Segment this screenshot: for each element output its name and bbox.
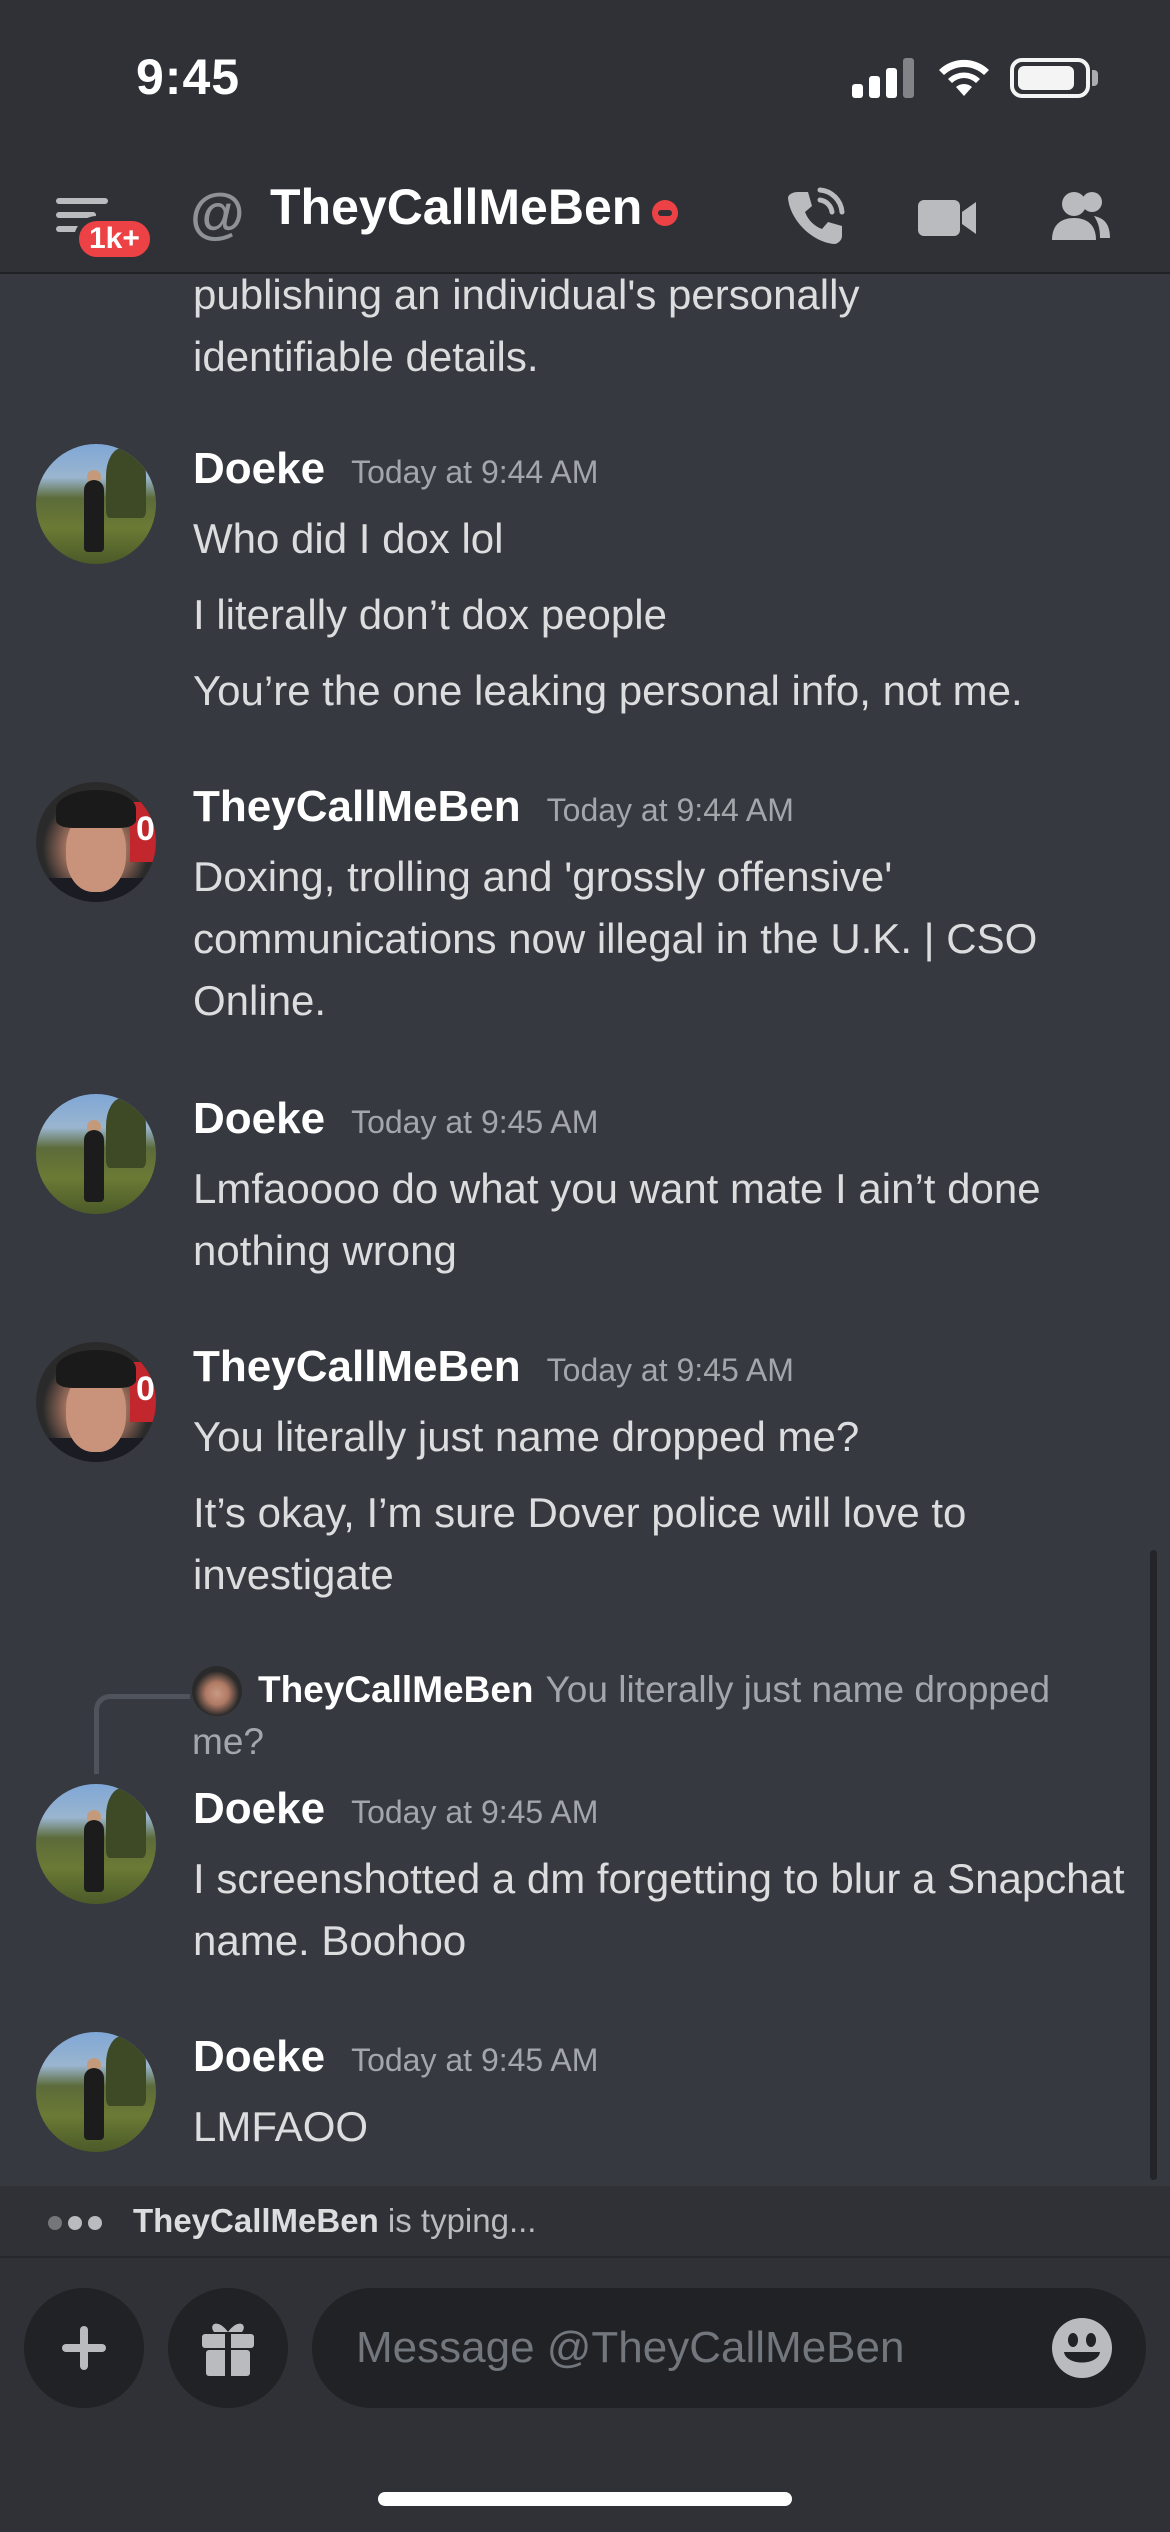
reply-author: TheyCallMeBen — [258, 1669, 534, 1710]
emoji-icon[interactable] — [1050, 2316, 1114, 2380]
add-attachment-button[interactable] — [24, 2288, 144, 2408]
message-line: Who did I dox lol — [193, 515, 504, 562]
avatar[interactable]: 0 — [36, 1342, 156, 1462]
avatar[interactable] — [36, 1094, 156, 1214]
message-line: publishing an individual's personally — [193, 274, 860, 318]
typing-suffix: is typing... — [378, 2202, 537, 2239]
partial-message-text: publishing an individual's personally id… — [193, 274, 1133, 402]
typing-text: TheyCallMeBen is typing... — [133, 2202, 536, 2240]
message-composer: Message @TheyCallMeBen — [0, 2256, 1170, 2532]
at-icon: @ — [190, 181, 245, 244]
author-name[interactable]: TheyCallMeBen — [193, 1342, 521, 1391]
reply-preview[interactable]: TheyCallMeBen You literally just name dro… — [192, 1664, 1112, 1768]
message-line: You’re the one leaking personal info, no… — [193, 667, 1023, 714]
video-camera-icon[interactable] — [912, 182, 982, 252]
author-name[interactable]: Doeke — [193, 444, 325, 493]
scrollbar[interactable] — [1150, 1550, 1157, 2180]
unread-badge: 1k+ — [74, 216, 155, 262]
avatar[interactable] — [36, 1784, 156, 1904]
battery-icon — [1010, 58, 1090, 98]
channel-header: 1k+ @ TheyCallMeBen — [0, 160, 1170, 274]
avatar[interactable] — [36, 2032, 156, 2152]
message-author[interactable]: Doeke Today at 9:45 AM — [193, 2032, 598, 2082]
message-line: Lmfaoooo do what you want mate I ain’t d… — [193, 1165, 1041, 1274]
reply-connector — [94, 1694, 190, 1774]
message-timestamp: Today at 9:45 AM — [351, 1104, 599, 1140]
channel-title[interactable]: TheyCallMeBen — [270, 178, 642, 236]
message-input[interactable]: Message @TheyCallMeBen — [312, 2288, 1146, 2408]
typing-dots-icon — [48, 2216, 108, 2235]
message-author[interactable]: TheyCallMeBen Today at 9:45 AM — [193, 1342, 794, 1392]
phone-call-icon[interactable] — [780, 182, 850, 252]
typing-user: TheyCallMeBen — [133, 2202, 379, 2239]
message-timestamp: Today at 9:45 AM — [351, 1794, 599, 1830]
gift-icon — [202, 2323, 254, 2378]
message-timestamp: Today at 9:44 AM — [351, 454, 599, 490]
message-line: I screenshotted a dm forgetting to blur … — [193, 1855, 1125, 1964]
status-bar: 9:45 — [0, 0, 1170, 160]
message-timestamp: Today at 9:44 AM — [546, 792, 794, 828]
message-line: LMFAOO — [193, 2103, 369, 2150]
message-list[interactable]: publishing an individual's personally id… — [0, 274, 1170, 2186]
dnd-status-icon — [652, 200, 678, 226]
message-author[interactable]: Doeke Today at 9:44 AM — [193, 444, 598, 494]
message-author[interactable]: Doeke Today at 9:45 AM — [193, 1094, 598, 1144]
members-icon[interactable] — [1044, 182, 1114, 252]
message-line: It’s okay, I’m sure Dover police will lo… — [193, 1489, 967, 1598]
author-name[interactable]: Doeke — [193, 1784, 325, 1833]
author-name[interactable]: TheyCallMeBen — [193, 782, 521, 831]
message-line: Doxing, trolling and 'grossly offensive'… — [193, 853, 1038, 1024]
message-line: I literally don’t dox people — [193, 591, 667, 638]
message-line: identifiable details. — [193, 333, 539, 380]
message-timestamp: Today at 9:45 AM — [546, 1352, 794, 1388]
cellular-signal-icon — [852, 58, 914, 98]
avatar[interactable] — [36, 444, 156, 564]
author-name[interactable]: Doeke — [193, 2032, 325, 2081]
message-author[interactable]: Doeke Today at 9:45 AM — [193, 1784, 598, 1834]
message-author[interactable]: TheyCallMeBen Today at 9:44 AM — [193, 782, 794, 832]
message-timestamp: Today at 9:45 AM — [351, 2042, 599, 2078]
typing-indicator: TheyCallMeBen is typing... — [0, 2186, 1170, 2256]
gift-button[interactable] — [168, 2288, 288, 2408]
author-name[interactable]: Doeke — [193, 1094, 325, 1143]
wifi-icon — [939, 59, 989, 96]
home-indicator[interactable] — [378, 2492, 792, 2506]
battery-tip — [1092, 70, 1098, 86]
status-time: 9:45 — [136, 49, 241, 105]
message-line: You literally just name dropped me? — [193, 1413, 860, 1460]
hamburger-icon[interactable]: 1k+ — [52, 188, 155, 262]
avatar[interactable]: 0 — [36, 782, 156, 902]
